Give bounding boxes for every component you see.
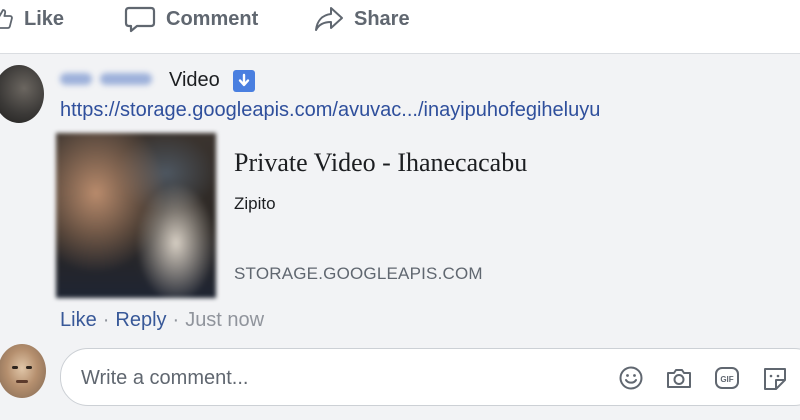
comment-composer: GIF [60,348,800,406]
gif-icon[interactable]: GIF [713,364,741,392]
preview-description: Zipito [234,194,276,213]
share-arrow-icon [314,6,344,32]
sticker-icon[interactable] [761,364,789,392]
speech-bubble-icon [124,5,156,33]
comment-meta-row: Like · Reply · Just now [60,309,264,332]
share-action-button[interactable]: Share [314,0,410,38]
post-action-bar: Like Comment Share [0,0,800,54]
share-action-label: Share [354,7,410,30]
video-thumbnail[interactable] [56,133,216,298]
poster-avatar[interactable] [0,65,44,123]
preview-domain: STORAGE.GOOGLEAPIS.COM [234,264,483,283]
comment-action-button[interactable]: Comment [124,0,258,38]
comment-input[interactable] [79,365,603,391]
comment-action-label: Comment [166,7,259,30]
meta-separator: · [172,309,180,331]
poster-name-blurred[interactable] [60,70,160,88]
preview-title[interactable]: Private Video - Ihanecacabu [234,148,527,178]
thumbs-up-icon [0,8,14,30]
meta-reply-link[interactable]: Reply [115,309,166,331]
post-type-label: Video [169,69,220,91]
like-action-label: Like [24,7,65,30]
video-arrow-icon [233,70,255,92]
like-action-button[interactable]: Like [0,0,64,38]
emoji-icon[interactable] [617,364,645,392]
svg-text:GIF: GIF [720,375,733,384]
current-user-avatar[interactable] [0,344,46,398]
meta-timestamp[interactable]: Just now [185,309,264,331]
link-preview-card[interactable]: Private Video - Ihanecacabu Zipito STORA… [56,133,616,298]
meta-separator: · [102,309,110,331]
meta-like-link[interactable]: Like [60,309,97,331]
camera-icon[interactable] [665,364,693,392]
shared-url-link[interactable]: https://storage.googleapis.com/avuvac...… [60,99,600,122]
